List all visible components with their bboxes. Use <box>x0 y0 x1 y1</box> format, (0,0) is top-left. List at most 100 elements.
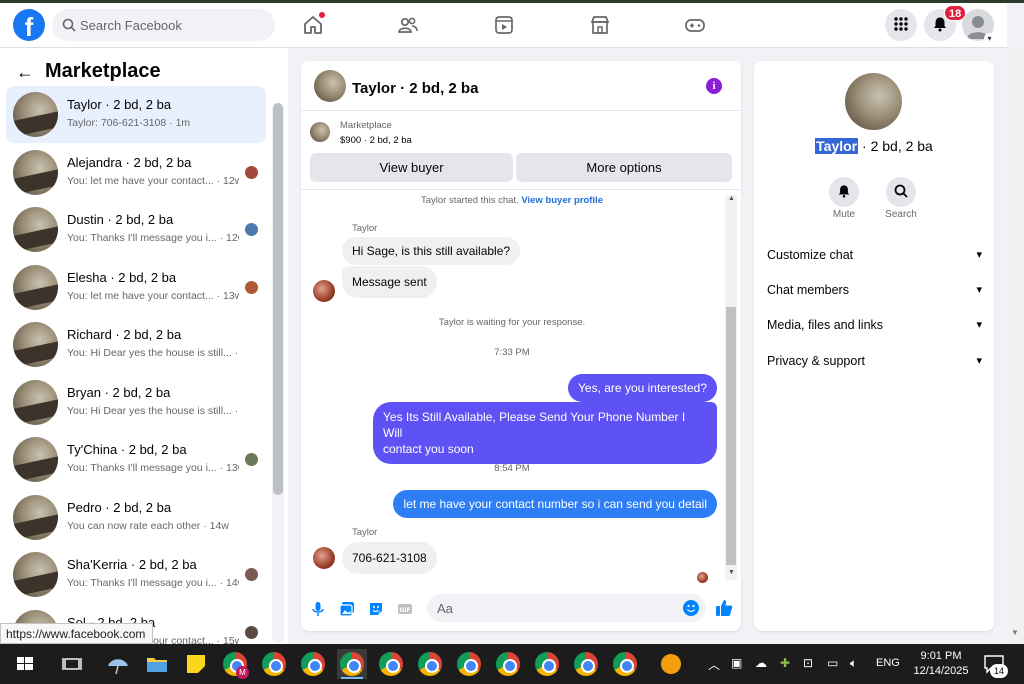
friends-icon[interactable] <box>397 14 421 38</box>
view-buyer-profile-link[interactable]: View buyer profile <box>521 195 603 206</box>
chrome-window-icon[interactable] <box>376 649 406 679</box>
search-in-chat-button[interactable] <box>886 177 916 207</box>
gaming-icon[interactable] <box>684 14 708 38</box>
action-center-count: 14 <box>990 664 1008 678</box>
back-arrow-icon[interactable]: ← <box>16 62 34 83</box>
chat-title[interactable]: Taylor · 2 bd, 2 ba <box>352 80 478 97</box>
emoji-icon[interactable] <box>683 600 699 616</box>
conversation-item[interactable]: Bryan · 2 bd, 2 ba You: Hi Dear yes the h… <box>6 374 266 431</box>
show-hidden-icons-icon[interactable]: ︿ <box>708 656 720 673</box>
privacy-support-row[interactable]: Privacy & support ▾ <box>767 354 982 376</box>
chrome-window-icon[interactable] <box>532 649 562 679</box>
conversation-preview: Taylor: 706-621-3108 · 1m <box>67 117 191 129</box>
seen-avatar <box>245 223 258 236</box>
row-label: Chat members <box>767 283 849 297</box>
file-explorer-icon[interactable] <box>142 649 172 679</box>
incoming-message[interactable]: Message sent <box>342 266 437 298</box>
sticker-icon[interactable] <box>367 600 385 618</box>
svg-text:GIF: GIF <box>399 607 410 614</box>
media-files-links-row[interactable]: Media, files and links ▾ <box>767 318 982 340</box>
row-label: Customize chat <box>767 248 854 262</box>
grid-icon <box>893 16 909 35</box>
network-icon[interactable]: ▭ <box>827 656 838 670</box>
outgoing-message[interactable]: Yes Its Still Available, Please Send You… <box>373 402 717 464</box>
more-options-button[interactable]: More options <box>516 153 732 182</box>
contact-name-selected: Taylor <box>815 138 859 154</box>
chrome-profile-icon[interactable]: M <box>220 649 250 679</box>
conversation-item[interactable]: Sha'Kerria · 2 bd, 2 ba You: Thanks I'll … <box>6 546 266 603</box>
scroll-down-arrow-icon[interactable]: ▼ <box>1011 628 1019 637</box>
menu-grid-button[interactable] <box>885 9 917 41</box>
language-indicator[interactable]: ENG <box>876 657 900 669</box>
row-label: Media, files and links <box>767 318 884 332</box>
mute-button[interactable] <box>829 177 859 207</box>
conversation-item[interactable]: Elesha · 2 bd, 2 ba You: let me have your… <box>6 259 266 316</box>
incoming-message[interactable]: 706-621-3108 <box>342 542 437 574</box>
search-box[interactable]: Search Facebook <box>52 9 275 41</box>
thumbs-up-icon[interactable] <box>714 598 733 616</box>
scroll-up-arrow-icon[interactable]: ▲ <box>728 195 735 202</box>
onedrive-icon[interactable]: ☁ <box>755 656 767 670</box>
home-icon[interactable] <box>302 12 326 38</box>
listing-thumbnail[interactable] <box>310 122 330 142</box>
windows-start-icon[interactable] <box>10 649 40 679</box>
message-line: contact you soon <box>383 442 474 456</box>
chrome-window-icon[interactable] <box>493 649 523 679</box>
page-scrollbar[interactable]: ▼ <box>1007 48 1024 644</box>
conversation-item[interactable]: Richard · 2 bd, 2 ba You: Hi Dear yes the… <box>6 316 266 373</box>
sidebar-scrollbar-thumb[interactable] <box>273 103 283 495</box>
chrome-window-icon[interactable] <box>415 649 445 679</box>
weather-app-icon[interactable] <box>103 649 133 679</box>
chrome-window-icon[interactable] <box>259 649 289 679</box>
task-view-icon[interactable] <box>57 649 87 679</box>
clock-time: 9:01 PM <box>920 650 962 662</box>
message-thread: Taylor started this chat. View buyer pro… <box>301 190 723 585</box>
listing-thumbnail <box>13 322 58 367</box>
scroll-down-arrow-icon[interactable]: ▼ <box>728 569 735 576</box>
chrome-window-icon[interactable] <box>298 649 328 679</box>
message-input[interactable]: Aa <box>427 594 706 622</box>
facebook-logo[interactable]: f <box>13 9 45 41</box>
chevron-down-icon[interactable]: ▾ <box>984 33 995 44</box>
contact-avatar[interactable] <box>845 73 902 130</box>
volume-icon[interactable]: 🔈︎ <box>850 656 857 671</box>
info-icon[interactable]: i <box>706 78 722 94</box>
conversation-item[interactable]: Pedro · 2 bd, 2 ba You can now rate each … <box>6 489 266 546</box>
chat-details-panel: Taylor · 2 bd, 2 ba Mute Search Customiz… <box>754 61 994 631</box>
chat-started-text: Taylor started this chat. <box>421 195 519 206</box>
chrome-window-icon[interactable] <box>610 649 640 679</box>
marketplace-sidebar: ← Marketplace Taylor · 2 bd, 2 ba Taylor:… <box>0 48 288 646</box>
waiting-notice: Taylor is waiting for your response. <box>438 317 586 328</box>
conversation-item[interactable]: Alejandra · 2 bd, 2 ba You: let me have y… <box>6 144 266 201</box>
incoming-message[interactable]: Hi Sage, is this still available? <box>342 237 521 265</box>
conversation-item[interactable]: Ty'China · 2 bd, 2 ba You: Thanks I'll me… <box>6 431 266 488</box>
clock[interactable]: 9:01 PM 12/14/2025 <box>908 649 974 679</box>
message-composer: GIF Aa <box>301 589 741 631</box>
bell-icon <box>837 184 851 201</box>
watch-icon[interactable] <box>493 14 517 38</box>
microphone-icon[interactable] <box>309 600 327 618</box>
marketplace-icon[interactable] <box>589 14 613 38</box>
chrome-window-icon[interactable] <box>454 649 484 679</box>
messages-scrollbar-thumb[interactable] <box>726 307 736 565</box>
tray-device-icon[interactable]: ⊡ <box>803 656 813 670</box>
chrome-window-active-icon[interactable] <box>337 649 367 679</box>
sticky-notes-icon[interactable] <box>181 649 211 679</box>
gif-icon[interactable]: GIF <box>396 600 414 618</box>
photo-icon[interactable] <box>338 600 356 618</box>
sender-avatar[interactable] <box>313 280 335 302</box>
chat-members-row[interactable]: Chat members ▾ <box>767 283 982 305</box>
conversation-item[interactable]: Taylor · 2 bd, 2 ba Taylor: 706-621-3108 … <box>6 86 266 143</box>
customize-chat-row[interactable]: Customize chat ▾ <box>767 248 982 270</box>
sender-avatar[interactable] <box>313 547 335 569</box>
outgoing-message[interactable]: Yes, are you interested? <box>568 374 717 402</box>
outgoing-message[interactable]: let me have your contact number so i can… <box>393 490 717 518</box>
chat-listing-avatar[interactable] <box>314 70 346 102</box>
seen-avatar <box>697 572 708 583</box>
tray-plus-icon[interactable]: ✚ <box>780 656 790 670</box>
conversation-item[interactable]: Dustin · 2 bd, 2 ba You: Thanks I'll mess… <box>6 201 266 258</box>
view-buyer-button[interactable]: View buyer <box>310 153 513 182</box>
orange-app-icon[interactable] <box>656 649 686 679</box>
tray-app-icon[interactable]: ▣ <box>731 656 742 670</box>
chrome-window-icon[interactable] <box>571 649 601 679</box>
